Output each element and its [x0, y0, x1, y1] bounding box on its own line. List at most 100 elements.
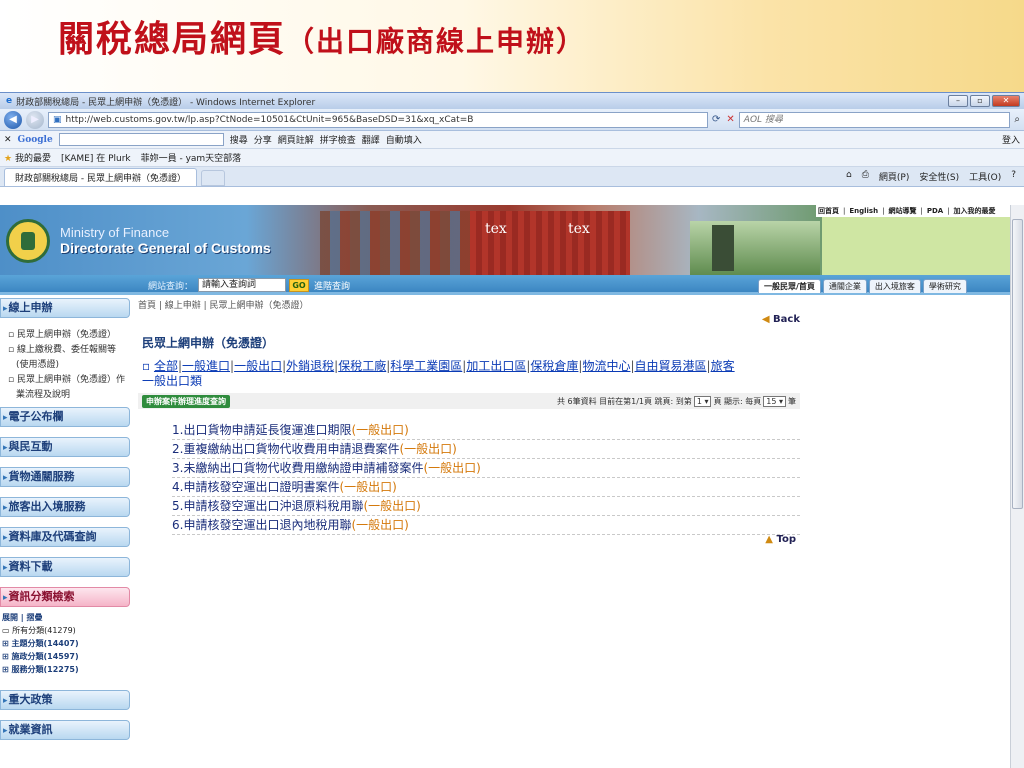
site-search-input[interactable]: 請輸入查詢詞 — [198, 278, 286, 292]
cat-bonded-factory[interactable]: 保稅工廠 — [338, 359, 386, 373]
close-button[interactable]: ✕ — [992, 95, 1020, 107]
tree-topic-label: 主題分類(14407) — [11, 639, 79, 648]
banner-gate — [690, 221, 820, 275]
sidebar-classified[interactable]: 資訊分類檢索 — [0, 587, 130, 607]
cat-refund[interactable]: 外銷退稅 — [286, 359, 334, 373]
vertical-scrollbar[interactable] — [1010, 205, 1024, 768]
refresh-icon[interactable]: ⟳ — [712, 114, 720, 125]
spellcheck-button[interactable]: 拼字檢查 — [320, 133, 356, 146]
help-icon[interactable]: ? — [1011, 170, 1016, 183]
toplink-home[interactable]: 回首頁 — [818, 206, 839, 216]
list-item-tag: (一般出口) — [351, 518, 409, 532]
search-input[interactable]: AOL 搜尋 — [738, 111, 1011, 128]
back-link[interactable]: ◀ Back — [762, 314, 800, 325]
tree-all[interactable]: ▭ 所有分類(41279) — [2, 624, 130, 637]
tab-enterprise[interactable]: 通關企業 — [822, 279, 867, 293]
sidebar-online[interactable]: 線上申辦 — [0, 298, 130, 318]
list-item[interactable]: 1.出口貨物申請延長復運進口期限(一般出口) — [172, 421, 800, 440]
sidebar-policy[interactable]: 重大政策 — [0, 690, 130, 710]
google-search-input[interactable] — [58, 133, 224, 146]
top-link[interactable]: ▲ Top — [765, 534, 796, 545]
sidebar-travelers[interactable]: 旅客出入境服務 — [0, 497, 130, 517]
tools-menu[interactable]: 工具(O) — [969, 170, 1001, 183]
sidebar-jobs[interactable]: 就業資訊 — [0, 720, 130, 740]
favorite-link-plurk[interactable]: [KAME] 在 Plurk — [61, 151, 131, 164]
sidebar-link-public[interactable]: ▫ 民眾上網申辦（免憑證） — [6, 328, 126, 343]
list-item[interactable]: 5.申請核發空運出口沖退原料稅用聯(一般出口) — [172, 497, 800, 516]
list-item-text: 5.申請核發空運出口沖退原料稅用聯 — [172, 499, 364, 513]
cat-traveler[interactable]: 旅客 — [711, 359, 735, 373]
toplink-sitemap[interactable]: 網站導覽 — [888, 206, 916, 216]
sidebar-interaction[interactable]: 與民互動 — [0, 437, 130, 457]
tree-service-label: 服務分類(12275) — [11, 665, 79, 674]
maximize-button[interactable]: ▫ — [970, 95, 990, 107]
favorites-label: 我的最愛 — [14, 154, 51, 164]
progress-query-button[interactable]: 申辦案件辦理進度查詢 — [142, 394, 230, 408]
toplink-favorite[interactable]: 加入我的最愛 — [954, 206, 996, 216]
tab-travelers[interactable]: 出入境旅客 — [868, 279, 921, 293]
list-item[interactable]: 3.未繳納出口貨物代收費用繳納證申請補發案件(一般出口) — [172, 459, 800, 478]
cat-bonded-warehouse[interactable]: 保稅倉庫 — [530, 359, 578, 373]
search-icon[interactable]: ⌕ — [1014, 114, 1020, 125]
minimize-button[interactable]: – — [948, 95, 968, 107]
tree-service[interactable]: ⊞ 服務分類(12275) — [2, 663, 130, 676]
tree-policy[interactable]: ⊞ 施政分類(14597) — [2, 650, 130, 663]
tree-expand-collapse[interactable]: 展開 | 摺疊 — [2, 611, 130, 624]
page-size-select[interactable]: 15 ▾ — [763, 395, 786, 407]
translate-button[interactable]: 翻譯 — [362, 133, 380, 146]
print-icon[interactable]: ⎙ — [862, 170, 869, 183]
sidebar-link-tax[interactable]: ▫ 線上繳稅費、委任報關等(使用憑證) — [6, 343, 126, 373]
sidebar-bulletin[interactable]: 電子公布欄 — [0, 407, 130, 427]
main-content: 首頁 | 線上申辦 | 民眾上網申辦（免憑證） ◀ Back 民眾上網申辦（免憑… — [138, 298, 800, 545]
list-item-text: 4.申請核發空運出口證明書案件 — [172, 480, 340, 494]
favorite-link-yam[interactable]: 菲妳一員 - yam天空部落 — [141, 151, 242, 164]
sidebar-cargo[interactable]: 貨物通關服務 — [0, 467, 130, 487]
login-button[interactable]: 登入 — [1002, 133, 1020, 146]
list-item[interactable]: 2.重複繳納出口貨物代收費用申請退費案件(一般出口) — [172, 440, 800, 459]
sidebar-online-items: ▫ 民眾上網申辦（免憑證） ▫ 線上繳稅費、委任報關等(使用憑證) ▫ 民眾上網… — [0, 328, 130, 407]
stop-icon[interactable]: ✕ — [726, 114, 734, 125]
tab-public-home[interactable]: 一般民眾/首頁 — [758, 279, 821, 293]
favorites-button[interactable]: ★ 我的最愛 — [4, 151, 51, 164]
toplink-english[interactable]: English — [849, 207, 878, 215]
cat-logistics[interactable]: 物流中心 — [582, 359, 630, 373]
tree-topic[interactable]: ⊞ 主題分類(14407) — [2, 637, 130, 650]
safety-menu[interactable]: 安全性(S) — [919, 170, 959, 183]
cat-science-park[interactable]: 科學工業園區 — [390, 359, 462, 373]
sidebar-link-flow[interactable]: ▫ 民眾上網申辦（免憑證）作業流程及說明 — [6, 373, 126, 403]
tab-customs[interactable]: 財政部關稅總局 - 民眾上網申辦（免憑證） — [4, 168, 197, 186]
go-button[interactable]: GO — [289, 279, 309, 292]
share-button[interactable]: 分享 — [254, 133, 272, 146]
google-search-button[interactable]: 搜尋 — [230, 133, 248, 146]
page-menu[interactable]: 網頁(P) — [879, 170, 909, 183]
new-tab-button[interactable] — [200, 170, 225, 186]
cat-ftz[interactable]: 自由貿易港區 — [635, 359, 707, 373]
cat-all[interactable]: 全部 — [154, 359, 178, 373]
url-field[interactable]: ▣ http://web.customs.gov.tw/lp.asp?CtNod… — [48, 111, 708, 128]
page-select[interactable]: 1 ▾ — [693, 395, 712, 407]
forward-icon[interactable]: ▶ — [26, 110, 44, 129]
cat-epz[interactable]: 加工出口區 — [466, 359, 526, 373]
advanced-search-link[interactable]: 進階查詢 — [314, 279, 350, 292]
cat-export[interactable]: 一般出口 — [234, 359, 282, 373]
back-icon[interactable]: ◀ — [4, 110, 22, 129]
url-text: http://web.customs.gov.tw/lp.asp?CtNode=… — [65, 114, 474, 125]
list-item-text: 2.重複繳納出口貨物代收費用申請退費案件 — [172, 442, 400, 456]
tab-academic[interactable]: 學術研究 — [922, 279, 967, 293]
annotation-button[interactable]: 網頁註解 — [278, 133, 314, 146]
sidebar-database[interactable]: 資料庫及代碼查詢 — [0, 527, 130, 547]
list-item[interactable]: 6.申請核發空運出口退內地稅用聯(一般出口) — [172, 516, 800, 535]
sidebar-download[interactable]: 資料下載 — [0, 557, 130, 577]
close-toolbar-icon[interactable]: ✕ — [4, 135, 12, 145]
toplink-pda[interactable]: PDA — [927, 207, 943, 215]
list-item[interactable]: 4.申請核發空運出口證明書案件(一般出口) — [172, 478, 800, 497]
mof-logo — [6, 219, 50, 263]
home-icon[interactable]: ⌂ — [846, 170, 852, 183]
cat-import[interactable]: 一般進口 — [182, 359, 230, 373]
ie-icon: e — [6, 96, 13, 106]
scroll-thumb[interactable] — [1012, 219, 1023, 509]
top-links: 回首頁 | English | 網站導覽 | PDA | 加入我的最愛 — [816, 205, 1010, 217]
autofill-button[interactable]: 自動填入 — [386, 133, 422, 146]
list-item-tag: (一般出口) — [339, 480, 397, 494]
favorites-bar: ★ 我的最愛 [KAME] 在 Plurk 菲妳一員 - yam天空部落 — [0, 149, 1024, 167]
